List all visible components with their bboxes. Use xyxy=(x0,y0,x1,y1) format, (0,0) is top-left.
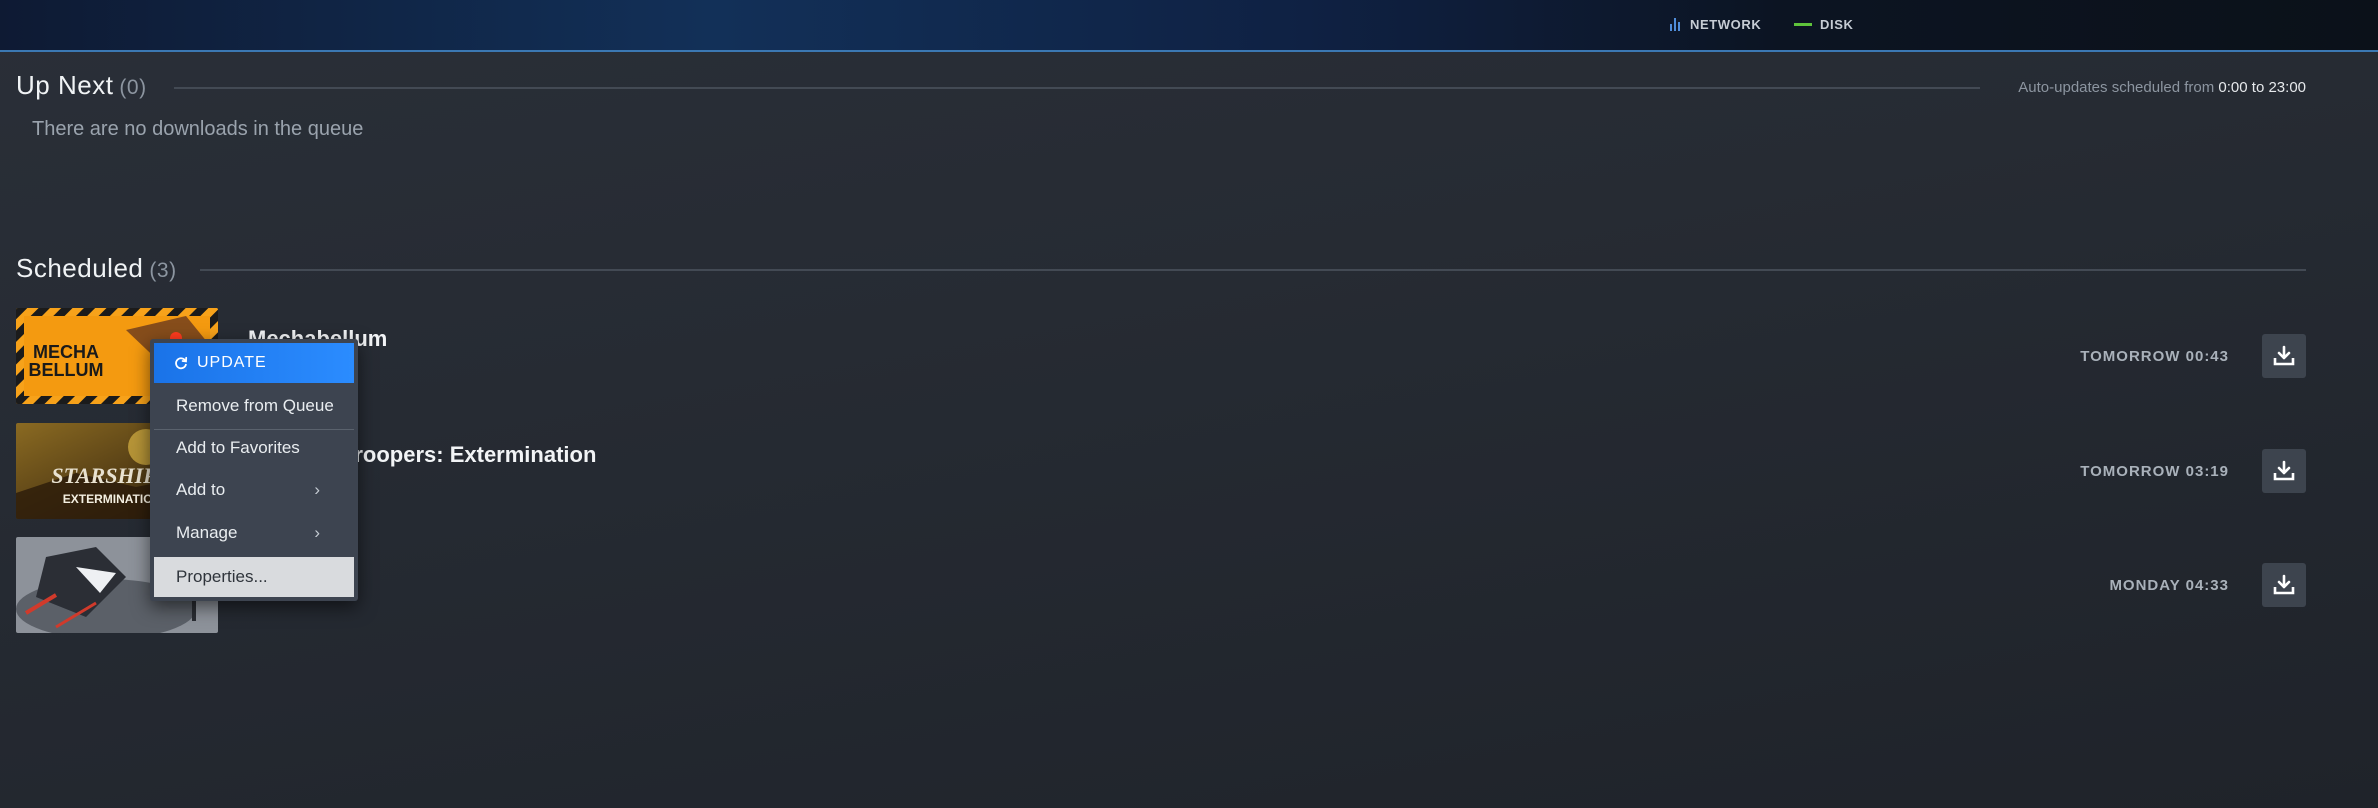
chevron-right-icon: › xyxy=(314,480,320,499)
up-next-divider xyxy=(174,87,1980,89)
up-next-count: (0) xyxy=(119,76,147,99)
auto-updates-schedule[interactable]: Auto-updates scheduled from 0:00 to 23:0… xyxy=(2018,79,2306,96)
art-text-line-2: EXTERMINATION xyxy=(63,492,161,506)
context-menu: UPDATE Remove from Queue Add to Favorite… xyxy=(150,339,358,601)
art-text-line-2: BELLUM xyxy=(29,360,104,380)
menu-item-add-to-label: Add to xyxy=(176,480,226,499)
network-label: NETWORK xyxy=(1690,17,1762,32)
menu-item-manage-label: Manage xyxy=(176,523,238,542)
menu-item-update[interactable]: UPDATE xyxy=(154,343,354,383)
download-icon xyxy=(2273,345,2295,366)
refresh-icon xyxy=(175,356,188,370)
scheduled-heading: Scheduled (3) xyxy=(16,253,177,284)
menu-item-favorites-label: Add to Favorites xyxy=(176,438,300,457)
menu-item-add-to[interactable]: Add to › xyxy=(154,470,354,510)
auto-updates-range: 0:00 to 23:00 xyxy=(2218,79,2306,96)
menu-item-manage[interactable]: Manage › xyxy=(154,513,354,553)
chevron-right-icon: › xyxy=(314,523,320,542)
menu-item-update-label: UPDATE xyxy=(197,354,267,371)
menu-item-remove-from-queue[interactable]: Remove from Queue xyxy=(154,386,354,426)
scheduled-time: TOMORROW 00:43 xyxy=(2080,348,2229,365)
network-legend[interactable]: NETWORK xyxy=(1670,17,1761,32)
scheduled-time: TOMORROW 03:19 xyxy=(2080,463,2229,480)
menu-item-properties-label: Properties... xyxy=(176,567,268,586)
scheduled-count: (3) xyxy=(149,259,177,282)
menu-item-remove-label: Remove from Queue xyxy=(176,396,334,415)
scheduled-time: MONDAY 04:33 xyxy=(2109,577,2229,594)
download-button[interactable] xyxy=(2262,563,2306,607)
line-icon xyxy=(1794,23,1812,26)
download-icon xyxy=(2273,460,2295,481)
up-next-heading: Up Next (0) xyxy=(16,70,147,101)
bar-chart-icon xyxy=(1670,18,1682,31)
scheduled-title: Scheduled xyxy=(16,253,144,283)
art-text-line-1: MECHA xyxy=(33,342,99,362)
menu-item-add-to-favorites[interactable]: Add to Favorites xyxy=(154,428,354,468)
auto-updates-prefix: Auto-updates scheduled from xyxy=(2018,79,2215,96)
download-button[interactable] xyxy=(2262,334,2306,378)
disk-legend[interactable]: DISK xyxy=(1794,17,1853,32)
download-button[interactable] xyxy=(2262,449,2306,493)
download-icon xyxy=(2273,574,2295,595)
disk-label: DISK xyxy=(1820,17,1854,32)
menu-item-properties[interactable]: Properties... xyxy=(154,557,354,597)
top-bar: NETWORK DISK xyxy=(0,0,2378,52)
up-next-title: Up Next xyxy=(16,70,114,100)
art-text-line-1: STARSHIP xyxy=(51,463,157,488)
scheduled-divider xyxy=(200,269,2306,271)
empty-queue-message: There are no downloads in the queue xyxy=(32,118,364,140)
